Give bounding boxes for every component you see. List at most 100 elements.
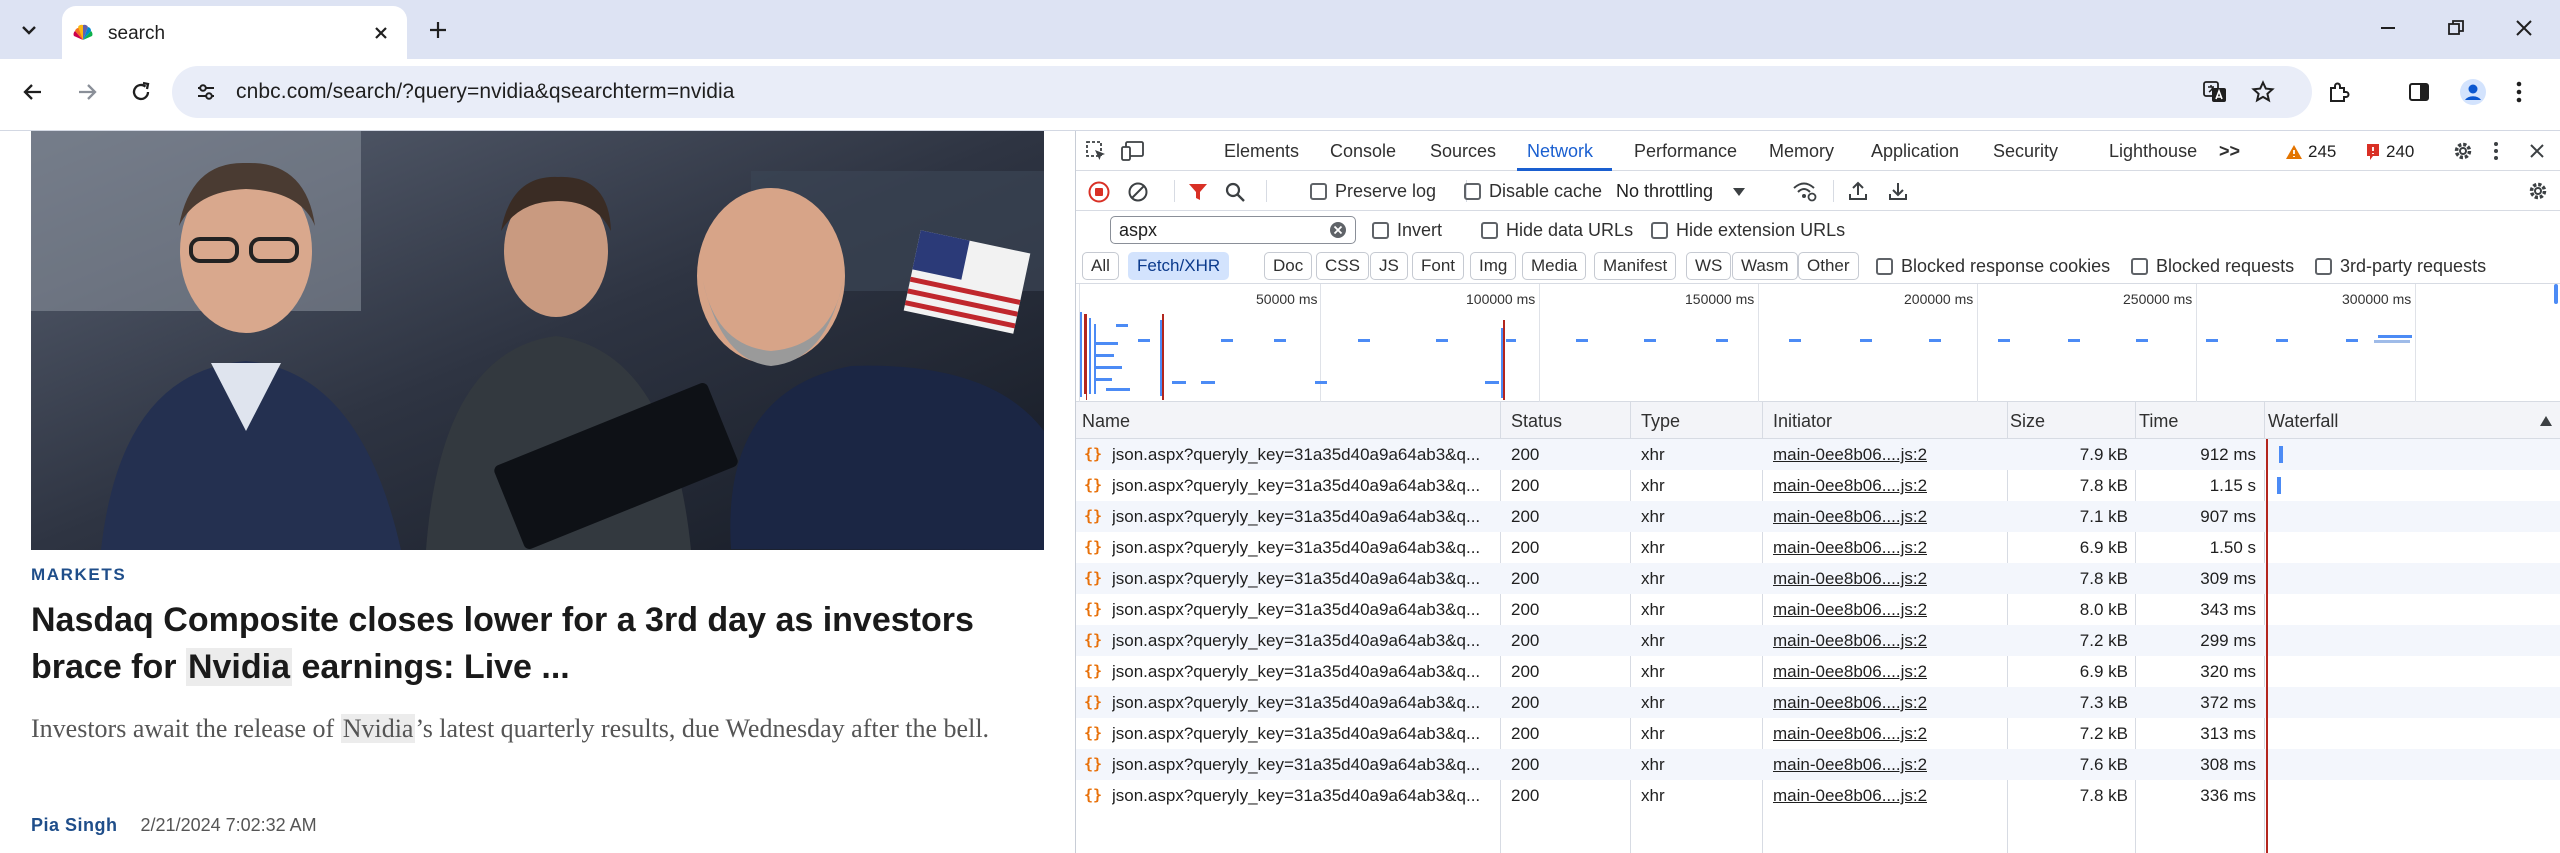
reload-button[interactable] [119, 70, 163, 114]
sort-ascending-icon[interactable] [2540, 416, 2552, 426]
tab-network[interactable]: Network [1527, 141, 1593, 162]
network-overview-timeline[interactable]: 50000 ms 100000 ms 150000 ms 200000 ms 2… [1076, 284, 2560, 402]
network-conditions-button[interactable] [1792, 180, 1818, 202]
tab-performance[interactable]: Performance [1634, 141, 1737, 162]
request-initiator-link[interactable]: main-0ee8b06....js:2 [1773, 724, 1927, 744]
column-header-status[interactable]: Status [1511, 411, 1562, 432]
url-text[interactable]: cnbc.com/search/?query=nvidia&qsearchter… [236, 80, 735, 104]
device-toolbar-button[interactable] [1120, 139, 1146, 163]
request-initiator-link[interactable]: main-0ee8b06....js:2 [1773, 569, 1927, 589]
preserve-log-checkbox[interactable]: Preserve log [1310, 181, 1436, 202]
tab-lighthouse[interactable]: Lighthouse [2109, 141, 2197, 162]
table-row[interactable]: {} json.aspx?queryly_key=31a35d40a9a64ab3… [1076, 625, 2560, 656]
translate-button[interactable] [2193, 70, 2237, 114]
filter-js[interactable]: JS [1370, 252, 1408, 280]
checkbox-box[interactable] [1372, 222, 1389, 239]
request-initiator-link[interactable]: main-0ee8b06....js:2 [1773, 538, 1927, 558]
tab-security[interactable]: Security [1993, 141, 2058, 162]
article-headline[interactable]: Nasdaq Composite closes lower for a 3rd … [31, 597, 1051, 691]
filter-toggle-button[interactable] [1187, 181, 1209, 203]
filter-input[interactable]: aspx [1110, 216, 1356, 244]
record-button[interactable] [1088, 181, 1110, 203]
extensions-button[interactable] [2317, 70, 2361, 114]
throttling-select[interactable]: No throttling [1616, 181, 1746, 202]
tab-close-button[interactable] [368, 20, 394, 46]
filter-css[interactable]: CSS [1316, 252, 1369, 280]
filter-other[interactable]: Other [1798, 252, 1859, 280]
table-row[interactable]: {} json.aspx?queryly_key=31a35d40a9a64ab3… [1076, 532, 2560, 563]
restore-button[interactable] [2428, 8, 2484, 48]
request-initiator-link[interactable]: main-0ee8b06....js:2 [1773, 507, 1927, 527]
tab-application[interactable]: Application [1871, 141, 1959, 162]
table-row[interactable]: {} json.aspx?queryly_key=31a35d40a9a64ab3… [1076, 501, 2560, 532]
devtools-settings-button[interactable] [2452, 140, 2474, 162]
inspect-element-button[interactable] [1084, 139, 1108, 163]
filter-doc[interactable]: Doc [1264, 252, 1313, 280]
checkbox-box[interactable] [1310, 183, 1327, 200]
table-row[interactable]: {} json.aspx?queryly_key=31a35d40a9a64ab3… [1076, 656, 2560, 687]
request-initiator-link[interactable]: main-0ee8b06....js:2 [1773, 693, 1927, 713]
table-row[interactable]: {} json.aspx?queryly_key=31a35d40a9a64ab3… [1076, 780, 2560, 811]
more-tabs-button[interactable]: >> [2219, 141, 2240, 162]
warnings-counter[interactable]: 245 [2285, 142, 2336, 162]
profile-button[interactable] [2451, 70, 2495, 114]
errors-counter[interactable]: 240 [2365, 142, 2414, 162]
window-close-button[interactable] [2496, 8, 2552, 48]
request-initiator-link[interactable]: main-0ee8b06....js:2 [1773, 600, 1927, 620]
devtools-close-button[interactable] [2528, 142, 2546, 160]
site-info-button[interactable] [190, 76, 222, 108]
filter-font[interactable]: Font [1412, 252, 1465, 280]
column-header-waterfall[interactable]: Waterfall [2268, 411, 2338, 432]
table-row[interactable]: {} json.aspx?queryly_key=31a35d40a9a64ab3… [1076, 749, 2560, 780]
filter-media[interactable]: Media [1522, 252, 1587, 280]
bookmark-button[interactable] [2241, 70, 2285, 114]
filter-all[interactable]: All [1082, 252, 1119, 280]
tab-console[interactable]: Console [1330, 141, 1396, 162]
blocked-requests-checkbox[interactable]: Blocked requests [2131, 256, 2294, 277]
overview-scroll-handle[interactable] [2554, 284, 2558, 304]
table-row[interactable]: {} json.aspx?queryly_key=31a35d40a9a64ab3… [1076, 687, 2560, 718]
column-header-type[interactable]: Type [1641, 411, 1680, 432]
author-link[interactable]: Pia Singh [31, 815, 118, 835]
column-header-initiator[interactable]: Initiator [1773, 411, 1832, 432]
checkbox-box[interactable] [1876, 258, 1893, 275]
tab-elements[interactable]: Elements [1224, 141, 1299, 162]
filter-wasm[interactable]: Wasm [1732, 252, 1798, 280]
table-row[interactable]: {} json.aspx?queryly_key=31a35d40a9a64ab3… [1076, 470, 2560, 501]
table-row[interactable]: {} json.aspx?queryly_key=31a35d40a9a64ab3… [1076, 563, 2560, 594]
clear-button[interactable] [1127, 181, 1149, 203]
network-settings-button[interactable] [2527, 180, 2549, 202]
import-har-button[interactable] [1847, 180, 1869, 202]
minimize-button[interactable] [2360, 8, 2416, 48]
table-row[interactable]: {} json.aspx?queryly_key=31a35d40a9a64ab3… [1076, 439, 2560, 470]
address-bar[interactable]: cnbc.com/search/?query=nvidia&qsearchter… [172, 66, 2312, 118]
checkbox-box[interactable] [2315, 258, 2332, 275]
new-tab-button[interactable] [418, 14, 458, 46]
column-header-time[interactable]: Time [2139, 411, 2178, 432]
filter-img[interactable]: Img [1470, 252, 1517, 280]
table-row[interactable]: {} json.aspx?queryly_key=31a35d40a9a64ab3… [1076, 594, 2560, 625]
filter-manifest[interactable]: Manifest [1594, 252, 1677, 280]
forward-button[interactable] [65, 70, 109, 114]
filter-ws[interactable]: WS [1686, 252, 1732, 280]
devtools-menu-button[interactable] [2493, 140, 2499, 162]
table-row[interactable]: {} json.aspx?queryly_key=31a35d40a9a64ab3… [1076, 718, 2560, 749]
request-initiator-link[interactable]: main-0ee8b06....js:2 [1773, 445, 1927, 465]
filter-fetch-xhr[interactable]: Fetch/XHR [1128, 252, 1230, 280]
tab-sources[interactable]: Sources [1430, 141, 1496, 162]
article-category[interactable]: MARKETS [31, 565, 126, 585]
clear-filter-button[interactable] [1329, 221, 1347, 239]
request-initiator-link[interactable]: main-0ee8b06....js:2 [1773, 476, 1927, 496]
checkbox-box[interactable] [1481, 222, 1498, 239]
request-initiator-link[interactable]: main-0ee8b06....js:2 [1773, 786, 1927, 806]
article-hero-image[interactable] [31, 131, 1044, 550]
export-har-button[interactable] [1887, 180, 1909, 202]
checkbox-box[interactable] [2131, 258, 2148, 275]
checkbox-box[interactable] [1464, 183, 1481, 200]
checkbox-box[interactable] [1651, 222, 1668, 239]
column-header-size[interactable]: Size [2010, 411, 2045, 432]
hide-data-urls-checkbox[interactable]: Hide data URLs [1481, 220, 1633, 241]
disable-cache-checkbox[interactable]: Disable cache [1464, 181, 1602, 202]
tab-memory[interactable]: Memory [1769, 141, 1834, 162]
request-initiator-link[interactable]: main-0ee8b06....js:2 [1773, 631, 1927, 651]
